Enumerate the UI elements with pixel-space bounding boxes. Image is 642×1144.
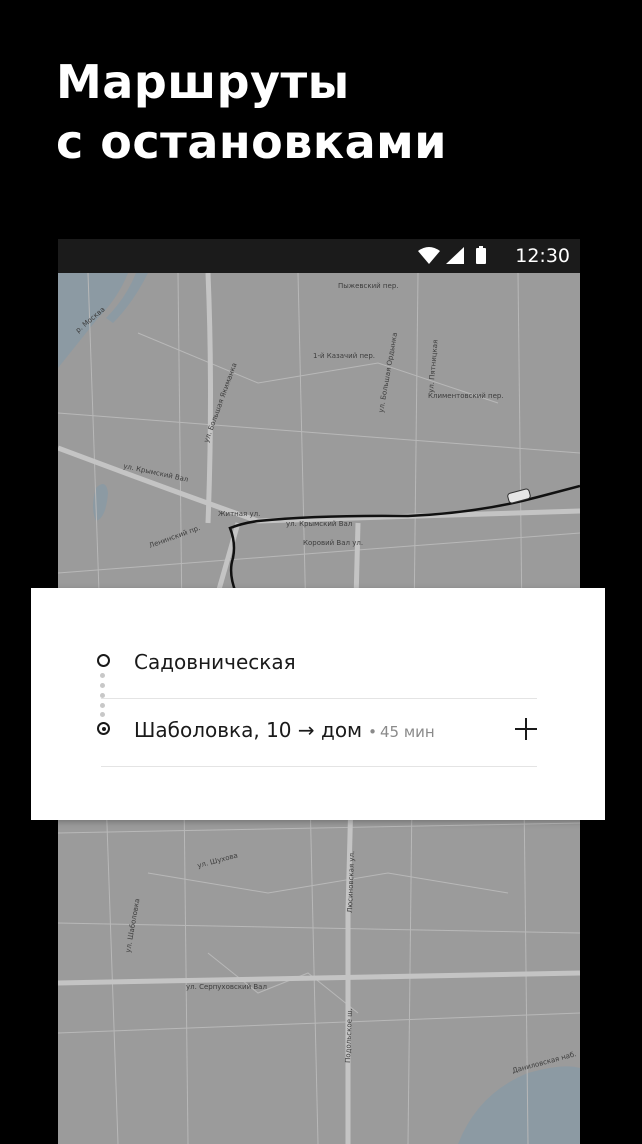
destination-address: Шаболовка, 10 → дом: [134, 718, 363, 742]
origin-address: Садовническая: [134, 650, 296, 674]
map-label-zhitnaya: Житная ул.: [218, 510, 260, 518]
status-time: 12:30: [515, 245, 570, 267]
route-duration: 45 мин: [380, 723, 435, 741]
headline-line-1: Маршруты: [56, 55, 350, 109]
origin-stop-row[interactable]: Садовническая: [101, 628, 537, 699]
route-card: Садовническая Шаболовка, 10 → дом • 45 мин: [31, 588, 605, 820]
add-stop-button[interactable]: [513, 716, 539, 742]
battery-icon: [476, 248, 486, 264]
status-bar: 12:30: [58, 239, 580, 273]
map-label-kazachiy: 1-й Казачий пер.: [313, 352, 375, 360]
map-label-serpukhovsky-val: ул. Серпуховский Вал: [186, 983, 267, 991]
page-headline: Маршруты с остановками: [56, 52, 447, 172]
status-icons: [418, 246, 486, 264]
map-label-krymsky-val-2: ул. Крымский Вал: [286, 520, 352, 528]
destination-stop-row[interactable]: Шаболовка, 10 → дом • 45 мин: [101, 696, 537, 767]
destination-line: Шаболовка, 10 → дом • 45 мин: [134, 718, 435, 742]
separator-dot: •: [368, 723, 378, 741]
map-label-pyzhevsky: Пыжевский пер.: [338, 282, 398, 290]
map-label-korovy-val: Коровий Вал ул.: [303, 539, 363, 547]
headline-line-2: с остановками: [56, 115, 447, 169]
map-label-klimentovsky: Климентовский пер.: [428, 392, 504, 400]
wifi-icon: [418, 247, 440, 264]
signal-icon: [446, 247, 464, 264]
